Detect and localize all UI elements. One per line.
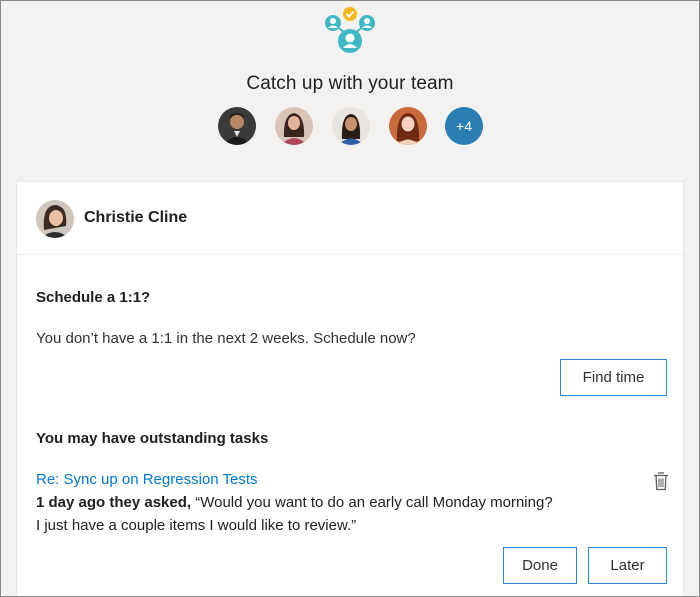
done-button[interactable]: Done <box>503 547 577 584</box>
avatar[interactable] <box>218 107 256 145</box>
catch-up-panel: Catch up with your team +4 Christie Clin… <box>0 0 700 597</box>
schedule-title: Schedule a 1:1? <box>36 289 151 306</box>
task-link[interactable]: Re: Sync up on Regression Tests <box>36 471 258 488</box>
person-card: Christie Cline Schedule a 1:1? You don’t… <box>17 182 683 596</box>
find-time-button[interactable]: Find time <box>560 359 667 396</box>
task-asked-prefix: 1 day ago they asked, <box>36 494 192 511</box>
tasks-title: You may have outstanding tasks <box>36 430 269 447</box>
avatar[interactable] <box>332 107 370 145</box>
schedule-message: You don’t have a 1:1 in the next 2 weeks… <box>36 330 416 347</box>
later-button[interactable]: Later <box>588 547 667 584</box>
delete-icon[interactable] <box>653 471 669 491</box>
avatar[interactable] <box>389 107 427 145</box>
avatar[interactable] <box>275 107 313 145</box>
task-message: 1 day ago they asked, “Would you want to… <box>36 494 553 511</box>
avatar[interactable] <box>36 200 74 238</box>
task-quote-line2: I just have a couple items I would like … <box>36 517 357 534</box>
person-name: Christie Cline <box>84 209 188 226</box>
person-header: Christie Cline <box>17 182 683 255</box>
page-title: Catch up with your team <box>246 73 454 94</box>
task-quote-line1: “Would you want to do an early call Mond… <box>191 494 553 511</box>
more-members-badge[interactable]: +4 <box>445 107 483 145</box>
team-logo-icon <box>319 5 381 57</box>
